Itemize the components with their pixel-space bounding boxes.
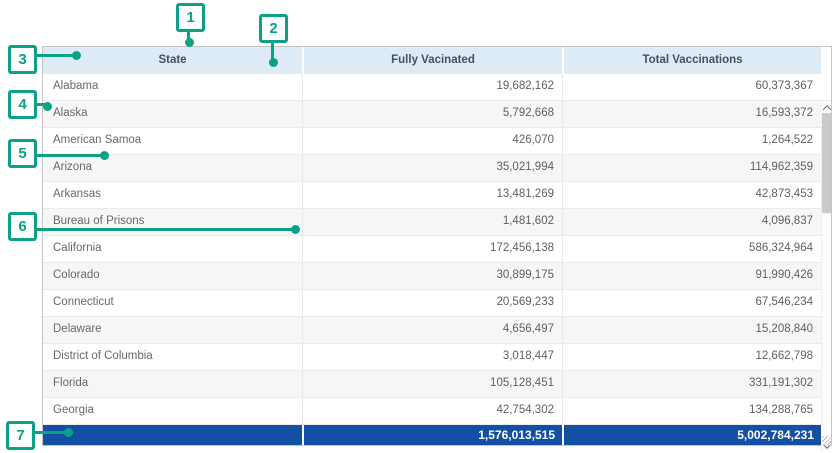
table-totals-row: 1,576,013,515 5,002,784,231 [43, 425, 831, 445]
cell-total-vaccinations: 4,096,837 [562, 209, 821, 235]
cell-fully-vacinated: 35,021,994 [302, 155, 562, 181]
header-scrollbar-corner [821, 47, 831, 74]
callout-6-line [35, 228, 293, 231]
cell-fully-vacinated: 20,569,233 [302, 290, 562, 316]
cell-state: Georgia [43, 398, 302, 424]
callout-4: 4 [8, 90, 37, 119]
table-row[interactable]: Alabama 19,682,162 60,373,367 [43, 74, 831, 101]
cell-fully-vacinated: 105,128,451 [302, 371, 562, 397]
cell-total-vaccinations: 91,990,426 [562, 263, 821, 289]
cell-state: Alaska [43, 101, 302, 127]
vaccination-table-widget: State Fully Vacinated Total Vaccinations… [42, 46, 832, 446]
cell-total-vaccinations: 12,662,798 [562, 344, 821, 370]
table-row[interactable]: California 172,456,138 586,324,964 [43, 236, 831, 263]
table-row[interactable]: Delaware 4,656,497 15,208,840 [43, 317, 831, 344]
callout-7-dot [64, 428, 73, 437]
resize-grip-icon [822, 436, 831, 445]
chevron-up-icon [822, 105, 830, 113]
cell-fully-vacinated: 19,682,162 [302, 74, 562, 100]
cell-fully-vacinated: 42,754,302 [302, 398, 562, 424]
callout-3-line [35, 54, 77, 57]
table-row[interactable]: Arkansas 13,481,269 42,873,453 [43, 182, 831, 209]
callout-3-dot [72, 51, 81, 60]
cell-state: Alabama [43, 74, 302, 100]
table-row[interactable]: American Samoa 426,070 1,264,522 [43, 128, 831, 155]
totals-total-vaccinations: 5,002,784,231 [562, 425, 821, 445]
column-header-total-vaccinations[interactable]: Total Vaccinations [562, 47, 821, 74]
callout-7-line [33, 431, 66, 434]
cell-fully-vacinated: 13,481,269 [302, 182, 562, 208]
cell-total-vaccinations: 1,264,522 [562, 128, 821, 154]
cell-fully-vacinated: 5,792,668 [302, 101, 562, 127]
footer-scrollbar-corner [821, 425, 831, 445]
table-row[interactable]: Georgia 42,754,302 134,288,765 [43, 398, 831, 425]
cell-total-vaccinations: 42,873,453 [562, 182, 821, 208]
cell-fully-vacinated: 30,899,175 [302, 263, 562, 289]
cell-fully-vacinated: 426,070 [302, 128, 562, 154]
callout-5-line [35, 154, 101, 157]
table-row[interactable]: Colorado 30,899,175 91,990,426 [43, 263, 831, 290]
callout-1-dot [185, 38, 194, 47]
cell-fully-vacinated: 4,656,497 [302, 317, 562, 343]
table-row[interactable]: Florida 105,128,451 331,191,302 [43, 371, 831, 398]
callout-2-dot [269, 58, 278, 67]
cell-state: American Samoa [43, 128, 302, 154]
table-header-row: State Fully Vacinated Total Vaccinations [43, 47, 831, 74]
callout-5-dot [100, 151, 109, 160]
callout-3: 3 [8, 45, 37, 74]
cell-total-vaccinations: 331,191,302 [562, 371, 821, 397]
callout-5: 5 [8, 139, 37, 168]
cell-state: California [43, 236, 302, 262]
table-row[interactable]: Alaska 5,792,668 16,593,372 [43, 101, 831, 128]
callout-7: 7 [6, 421, 35, 450]
cell-fully-vacinated: 1,481,602 [302, 209, 562, 235]
table-row[interactable]: Connecticut 20,569,233 67,546,234 [43, 290, 831, 317]
scrollbar-thumb[interactable] [822, 113, 831, 213]
table-body: Alabama 19,682,162 60,373,367 Alaska 5,7… [43, 74, 831, 425]
cell-state: Florida [43, 371, 302, 397]
cell-state: Arizona [43, 155, 302, 181]
column-header-fully-vacinated[interactable]: Fully Vacinated [302, 47, 562, 74]
cell-total-vaccinations: 60,373,367 [562, 74, 821, 100]
vertical-scrollbar[interactable] [821, 101, 831, 452]
totals-fully-vacinated: 1,576,013,515 [302, 425, 562, 445]
cell-total-vaccinations: 114,962,359 [562, 155, 821, 181]
cell-total-vaccinations: 67,546,234 [562, 290, 821, 316]
column-header-state[interactable]: State [43, 47, 302, 74]
callout-1: 1 [176, 3, 205, 32]
cell-state: Arkansas [43, 182, 302, 208]
callout-6-dot [291, 225, 300, 234]
cell-total-vaccinations: 134,288,765 [562, 398, 821, 424]
cell-fully-vacinated: 3,018,447 [302, 344, 562, 370]
table-row[interactable]: Bureau of Prisons 1,481,602 4,096,837 [43, 209, 831, 236]
table-row[interactable]: District of Columbia 3,018,447 12,662,79… [43, 344, 831, 371]
callout-2: 2 [259, 14, 288, 43]
cell-total-vaccinations: 586,324,964 [562, 236, 821, 262]
annotated-table-screenshot: State Fully Vacinated Total Vaccinations… [0, 0, 833, 453]
cell-total-vaccinations: 16,593,372 [562, 101, 821, 127]
cell-fully-vacinated: 172,456,138 [302, 236, 562, 262]
callout-6: 6 [8, 212, 37, 241]
cell-state: District of Columbia [43, 344, 302, 370]
cell-state: Bureau of Prisons [43, 209, 302, 235]
totals-state-cell [43, 425, 302, 445]
cell-state: Colorado [43, 263, 302, 289]
table-row[interactable]: Arizona 35,021,994 114,962,359 [43, 155, 831, 182]
cell-state: Delaware [43, 317, 302, 343]
callout-4-dot [43, 102, 52, 111]
cell-total-vaccinations: 15,208,840 [562, 317, 821, 343]
cell-state: Connecticut [43, 290, 302, 316]
